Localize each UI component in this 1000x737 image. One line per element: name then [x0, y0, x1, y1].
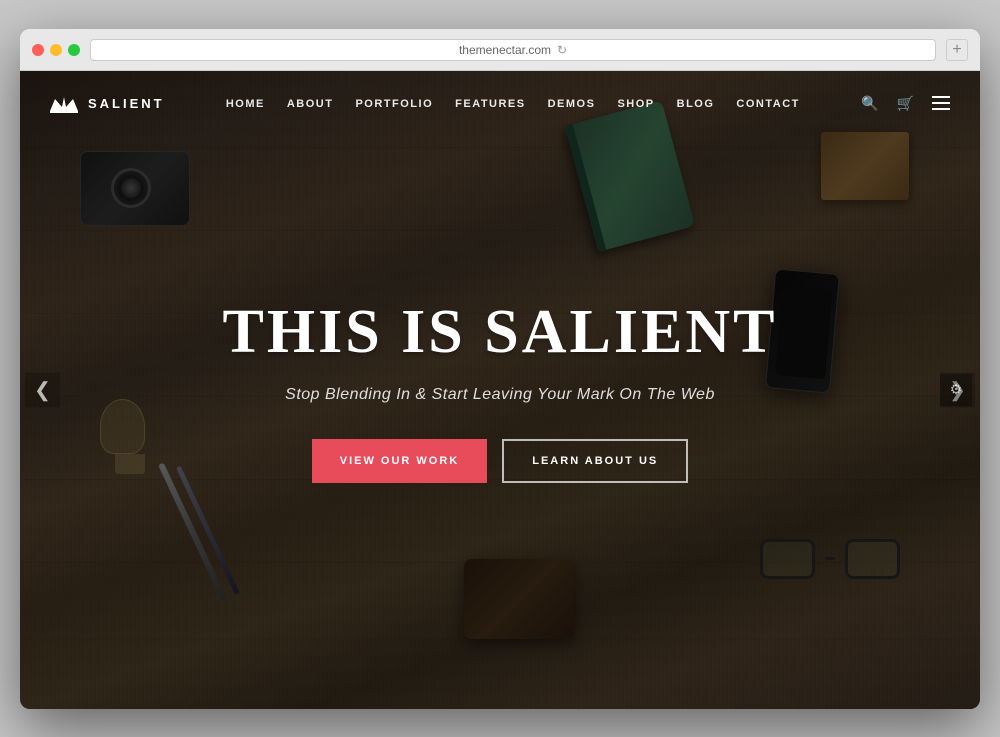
nav-item-portfolio[interactable]: PORTFOLIO [355, 94, 433, 112]
close-button[interactable] [32, 44, 44, 56]
traffic-lights [32, 44, 80, 56]
browser-content: SALIENT HOME ABOUT PORTFOLIO FEATURES DE… [20, 71, 980, 709]
hero-title: THIS IS SALIENT [150, 297, 850, 368]
minimize-button[interactable] [50, 44, 62, 56]
nav-link-shop[interactable]: SHOP [617, 98, 654, 110]
maximize-button[interactable] [68, 44, 80, 56]
browser-chrome: themenectar.com ↻ + [20, 29, 980, 71]
nav-links: HOME ABOUT PORTFOLIO FEATURES DEMOS SHOP… [226, 94, 800, 112]
slider-prev-button[interactable]: ❮ [25, 372, 60, 407]
cart-icon[interactable]: 🛒 [897, 95, 914, 112]
nav-item-about[interactable]: ABOUT [287, 94, 334, 112]
nav-item-demos[interactable]: DEMOS [548, 94, 596, 112]
hero-section: SALIENT HOME ABOUT PORTFOLIO FEATURES DE… [20, 71, 980, 709]
nav-link-blog[interactable]: BLOG [677, 98, 715, 110]
search-icon[interactable]: 🔍 [861, 95, 878, 112]
nav-link-portfolio[interactable]: PORTFOLIO [355, 98, 433, 110]
nav-item-contact[interactable]: CONTACT [736, 94, 799, 112]
hero-subtitle: Stop Blending In & Start Leaving Your Ma… [150, 386, 850, 404]
nav-link-home[interactable]: HOME [226, 98, 265, 110]
nav-item-shop[interactable]: SHOP [617, 94, 654, 112]
refresh-icon[interactable]: ↻ [557, 43, 567, 57]
browser-window: themenectar.com ↻ + [20, 29, 980, 709]
nav-link-about[interactable]: ABOUT [287, 98, 334, 110]
learn-about-button[interactable]: LEARN ABOUT US [502, 439, 688, 483]
hero-buttons: VIEW OUR WORK LEARN ABOUT US [150, 439, 850, 483]
view-work-button[interactable]: VIEW OUR WORK [312, 439, 488, 483]
new-tab-button[interactable]: + [946, 39, 968, 61]
hamburger-line [932, 102, 950, 104]
nav-item-blog[interactable]: BLOG [677, 94, 715, 112]
hero-content: THIS IS SALIENT Stop Blending In & Start… [150, 297, 850, 483]
logo[interactable]: SALIENT [50, 93, 165, 113]
nav-item-home[interactable]: HOME [226, 94, 265, 112]
navbar: SALIENT HOME ABOUT PORTFOLIO FEATURES DE… [20, 71, 980, 136]
address-bar[interactable]: themenectar.com ↻ [90, 39, 936, 61]
url-text: themenectar.com [459, 43, 551, 57]
nav-right-icons: 🔍 🛒 [861, 95, 950, 112]
nav-link-features[interactable]: FEATURES [455, 98, 525, 110]
nav-link-contact[interactable]: CONTACT [736, 98, 799, 110]
hamburger-line [932, 108, 950, 110]
nav-item-features[interactable]: FEATURES [455, 94, 525, 112]
settings-gear-icon[interactable]: ⚙ [940, 374, 972, 406]
logo-text: SALIENT [88, 96, 165, 111]
nav-link-demos[interactable]: DEMOS [548, 98, 596, 110]
logo-crown-icon [50, 93, 78, 113]
hamburger-menu-icon[interactable] [932, 96, 950, 110]
hamburger-line [932, 96, 950, 98]
